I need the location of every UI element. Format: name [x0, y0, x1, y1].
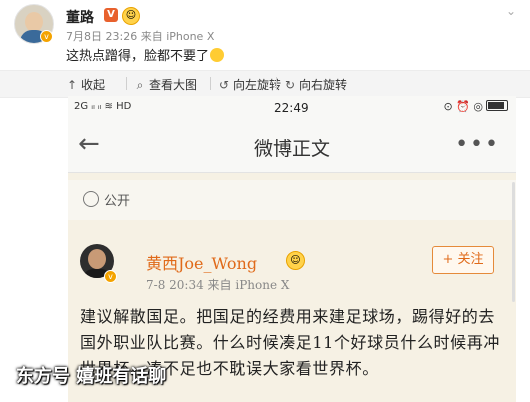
verified-icon: v: [40, 30, 53, 43]
verified-badge-icon: V: [104, 8, 118, 22]
status-icons: ⊙ ⏰ ◎: [443, 100, 508, 113]
rotate-left-button[interactable]: ↺ 向左旋转: [218, 76, 281, 93]
post-timestamp: 7月8日 23:26: [66, 30, 138, 43]
rotate-right-icon: ↻: [284, 78, 296, 92]
post-header: v 董路 V ☺ 7月8日 23:26 来自 iPhone X 这热点蹭得，脸都…: [0, 0, 530, 64]
rotate-left-icon: ↺: [218, 78, 230, 92]
rotate-right-label: 向右旋转: [299, 78, 348, 92]
follow-button: + 关注: [432, 246, 494, 274]
phone-page-title: 微博正文: [253, 138, 330, 160]
view-large-label: 查看大图: [149, 78, 198, 92]
collapse-label: 收起: [81, 78, 106, 92]
post-meta: 7月8日 23:26 来自 iPhone X: [66, 28, 214, 44]
post-source: 来自 iPhone X: [140, 30, 215, 43]
more-icon: •••: [455, 132, 500, 157]
watermark: 东方号 嬉班有话聊: [16, 366, 167, 387]
rotate-right-button[interactable]: ↻ 向右旋转: [284, 76, 347, 93]
medal-icon: ☺: [122, 7, 140, 25]
rotate-left-label: 向左旋转: [233, 78, 282, 92]
phone-nav-bar: ← 微博正文 •••: [68, 120, 516, 173]
signal-icon: 2G ᵢₗ ᵢₗ ≋ HD: [74, 101, 132, 112]
chevron-down-icon[interactable]: ⌄: [506, 4, 516, 18]
view-large-button[interactable]: ⌕ 查看大图: [134, 76, 197, 93]
author-verified-icon: v: [104, 270, 117, 283]
phone-clock: 22:49: [274, 101, 309, 115]
collapse-button[interactable]: ↑ 收起: [66, 76, 105, 93]
author-meta: 7-8 20:34 来自 iPhone X: [146, 278, 290, 292]
battery-icon: [486, 100, 508, 111]
visibility-label: 公开: [104, 194, 131, 209]
scrollbar: [512, 182, 515, 302]
status-icons-text: ⊙ ⏰ ◎: [443, 100, 483, 113]
zoom-icon: ⌕: [136, 78, 144, 92]
image-toolbar: ↑ 收起 ⌕ 查看大图 ↺ 向左旋转 ↻ 向右旋转: [0, 70, 530, 98]
post-caption-text: 这热点蹭得，脸都不要了: [66, 49, 210, 64]
collapse-icon: ↑: [66, 78, 78, 92]
phone-status-bar: 2G ᵢₗ ᵢₗ ≋ HD 22:49 ⊙ ⏰ ◎: [68, 96, 516, 120]
embedded-screenshot[interactable]: 2G ᵢₗ ᵢₗ ≋ HD 22:49 ⊙ ⏰ ◎ ← 微博正文 ••• 公开 …: [68, 96, 516, 402]
author-medal-icon: ☺: [286, 251, 305, 270]
visibility-row: 公开: [68, 180, 516, 220]
laugh-emoji-icon: [210, 48, 225, 62]
globe-icon: [83, 191, 99, 207]
author-name: 黄西Joe_Wong: [146, 254, 258, 273]
post-caption: 这热点蹭得，脸都不要了: [66, 45, 225, 64]
poster-name[interactable]: 董路: [66, 7, 94, 27]
